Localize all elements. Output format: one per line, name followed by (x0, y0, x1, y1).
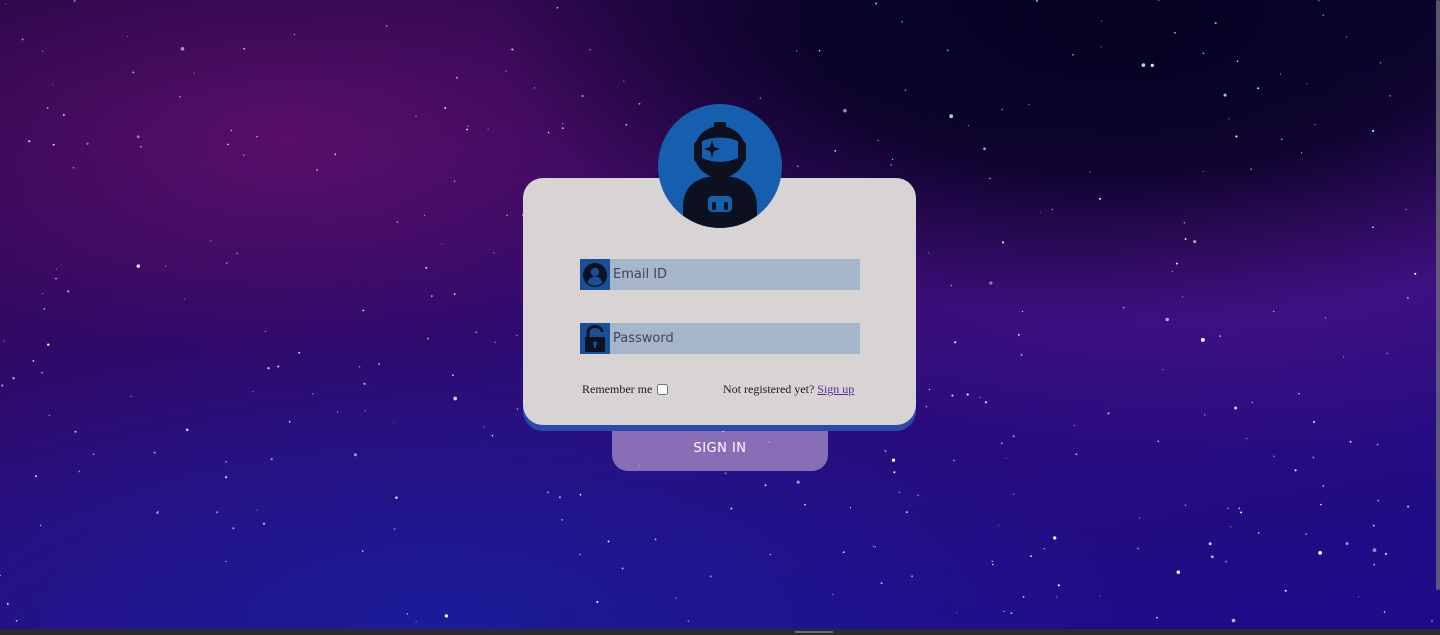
remember-me-label: Remember me (582, 382, 653, 396)
email-field (580, 259, 860, 290)
remember-me-checkbox[interactable] (657, 384, 669, 395)
password-input[interactable] (610, 323, 860, 354)
vertical-scrollbar[interactable] (1436, 0, 1440, 590)
user-icon (580, 259, 610, 290)
password-field (580, 323, 860, 354)
bottom-bar (0, 629, 1440, 635)
bottom-bar-handle (795, 631, 833, 633)
unlock-icon (580, 323, 610, 354)
email-input[interactable] (610, 259, 860, 290)
astronaut-icon (658, 104, 782, 228)
not-registered-text: Not registered yet? (723, 382, 815, 396)
remember-me[interactable]: Remember me (582, 382, 669, 397)
register-prompt: Not registered yet? Sign up (723, 382, 854, 397)
sign-up-link[interactable]: Sign up (817, 382, 854, 396)
